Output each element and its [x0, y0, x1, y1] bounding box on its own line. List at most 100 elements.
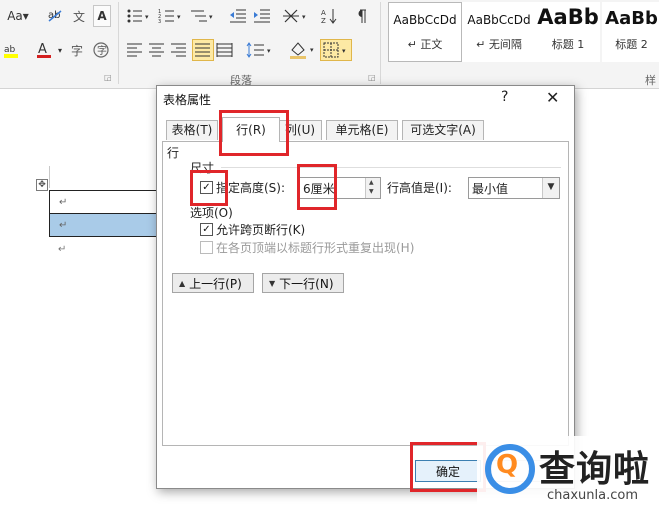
table-row[interactable]: ↵ — [49, 190, 159, 214]
svg-text:A: A — [38, 42, 47, 57]
table-move-handle-icon[interactable]: ✥ — [36, 179, 48, 191]
style-name: 标题 2 — [615, 38, 648, 51]
chevron-down-icon[interactable]: ▼ — [542, 178, 559, 198]
svg-text:▾: ▾ — [342, 47, 346, 55]
justify-icon[interactable] — [192, 39, 214, 61]
help-icon[interactable]: ? — [501, 89, 508, 105]
increase-indent-icon[interactable] — [252, 6, 272, 26]
font-color-dropdown-icon[interactable]: ▾ — [56, 40, 64, 60]
tab-column[interactable]: 列(U) — [278, 120, 322, 140]
section-label: 行 — [167, 146, 180, 160]
style-heading-2[interactable]: AaBb 标题 2 — [602, 2, 659, 62]
logo-url: chaxunla.com — [547, 488, 638, 503]
style-name: ↵ 正文 — [407, 38, 443, 51]
specify-height-checkbox[interactable]: ✓ — [200, 181, 213, 194]
logo-q-icon: Q — [496, 450, 519, 480]
enclose-char-circle-icon[interactable]: 字 — [92, 40, 110, 60]
table-guide-line — [49, 166, 50, 188]
borders-icon[interactable]: ▾ — [320, 39, 352, 61]
font-color-icon[interactable]: A — [34, 40, 54, 60]
document-table[interactable]: ↵ ↵ — [49, 190, 159, 237]
font-dialog-launcher-icon[interactable]: ◲ — [104, 73, 112, 82]
show-formatting-icon[interactable] — [352, 6, 370, 26]
multilevel-list-icon[interactable]: ▾ — [190, 6, 216, 26]
character-border-icon[interactable]: A — [93, 5, 111, 27]
ribbon: Aa▾ ab 文 A ab A ▾ 字 字 ▾ 1 2 3 ▾ ▾ ▾ AZ ▾… — [0, 0, 659, 89]
close-icon[interactable]: ✕ — [546, 88, 559, 107]
paragraph-dialog-launcher-icon[interactable]: ◲ — [368, 73, 376, 82]
table-cell[interactable]: ↵ — [49, 190, 159, 214]
size-separator — [221, 167, 561, 168]
align-left-icon[interactable] — [126, 40, 144, 60]
table-row-selected[interactable]: ↵ — [49, 213, 159, 237]
phonetic-guide-icon[interactable]: 文 — [70, 6, 88, 26]
triangle-up-icon: ▲ — [179, 278, 186, 288]
repeat-header-checkbox[interactable] — [200, 241, 213, 254]
watermark-logo: Q 查询啦 chaxunla.com — [477, 436, 659, 528]
bullets-icon[interactable]: ▾ — [126, 6, 152, 26]
align-right-icon[interactable] — [170, 40, 188, 60]
svg-text:▾: ▾ — [209, 13, 213, 21]
style-name: 标题 1 — [551, 38, 585, 51]
height-rule-select[interactable]: 最小值 ▼ — [468, 177, 560, 199]
tab-cell[interactable]: 单元格(E) — [326, 120, 398, 140]
highlight-color-icon[interactable]: ab — [2, 40, 22, 60]
allow-row-break-checkbox[interactable]: ✓ — [200, 223, 213, 236]
row-tab-panel: 行 尺寸 ✓ 指定高度(S): 6厘米 ▲ ▼ 行高值是(I): 最小值 ▼ 选项… — [162, 141, 569, 446]
height-value: 6厘米 — [303, 182, 335, 196]
paragraph-mark: ↵ — [58, 244, 67, 255]
dialog-title: 表格属性 — [163, 93, 212, 107]
enclose-characters-icon[interactable]: 字 — [68, 40, 86, 60]
options-group-label: 选项(O) — [190, 206, 233, 220]
style-sample: AaBb — [537, 5, 599, 29]
svg-text:▾: ▾ — [177, 13, 181, 21]
svg-text:▾: ▾ — [302, 13, 306, 21]
ok-button[interactable]: 确定 — [415, 460, 481, 482]
svg-text:Z: Z — [321, 17, 326, 25]
style-name: ↵ 无间隔 — [476, 38, 522, 51]
svg-text:▾: ▾ — [267, 47, 271, 55]
shading-icon[interactable]: ▾ — [288, 40, 318, 60]
tab-row[interactable]: 行(R) — [222, 117, 280, 142]
line-spacing-icon[interactable]: ▾ — [246, 40, 274, 60]
distributed-icon[interactable] — [216, 40, 234, 60]
size-group-label: 尺寸 — [190, 161, 215, 175]
svg-text:A: A — [321, 9, 326, 17]
svg-text:▾: ▾ — [145, 13, 149, 21]
decrease-indent-icon[interactable] — [228, 6, 248, 26]
height-rule-value: 最小值 — [472, 182, 509, 196]
styles-group-label: 样 — [645, 74, 656, 87]
svg-text:字: 字 — [97, 44, 107, 57]
sort-icon[interactable]: AZ — [320, 6, 340, 26]
svg-text:▾: ▾ — [310, 46, 314, 54]
table-cell[interactable]: ↵ — [49, 213, 159, 237]
previous-row-button[interactable]: ▲ 上一行(P) — [172, 273, 254, 293]
style-sample: AaBb — [605, 8, 658, 29]
style-heading-1[interactable]: AaBb 标题 1 — [536, 2, 600, 62]
height-spinner[interactable]: 6厘米 ▲ ▼ — [299, 177, 381, 199]
align-center-icon[interactable] — [148, 40, 166, 60]
tab-bar: 表格(T) 行(R) 列(U) 单元格(E) 可选文字(A) — [162, 117, 569, 142]
spinner-arrows-icon[interactable]: ▲ ▼ — [365, 178, 380, 198]
next-row-button[interactable]: ▼ 下一行(N) — [262, 273, 344, 293]
style-normal[interactable]: AaBbCcDd ↵ 正文 — [388, 2, 462, 62]
ribbon-separator — [380, 2, 381, 84]
triangle-down-icon: ▼ — [269, 278, 276, 288]
specify-height-label: 指定高度(S): — [216, 181, 286, 195]
previous-row-label: 上一行(P) — [189, 276, 242, 291]
font-size-button[interactable]: Aa▾ — [4, 6, 32, 26]
ribbon-separator — [118, 2, 119, 84]
numbering-icon[interactable]: 1 2 3 ▾ — [158, 6, 184, 26]
style-sample: AaBbCcDd — [467, 13, 531, 27]
highlight-label: ab — [4, 45, 16, 55]
svg-text:3: 3 — [158, 19, 161, 25]
clear-format-icon[interactable]: ab — [46, 6, 64, 26]
height-rule-label: 行高值是(I): — [387, 181, 452, 195]
logo-brand: 查询啦 — [539, 449, 651, 490]
allow-row-break-label: 允许跨页断行(K) — [216, 223, 306, 237]
chinese-layout-icon[interactable]: ▾ — [282, 6, 312, 26]
tab-table[interactable]: 表格(T) — [166, 120, 218, 140]
tab-alt-text[interactable]: 可选文字(A) — [402, 120, 484, 140]
next-row-label: 下一行(N) — [279, 276, 334, 291]
style-no-spacing[interactable]: AaBbCcDd ↵ 无间隔 — [462, 2, 536, 62]
